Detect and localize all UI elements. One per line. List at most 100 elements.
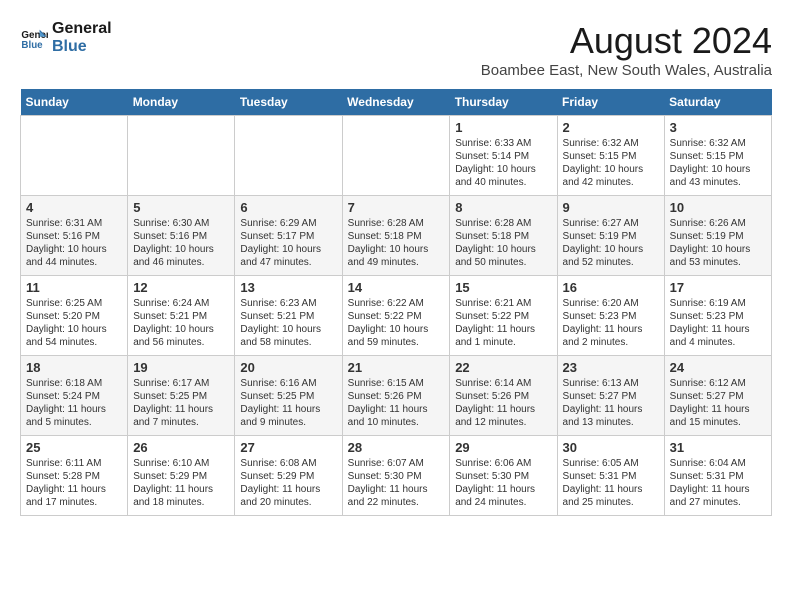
day-number: 11	[26, 280, 122, 295]
calendar-cell: 4Sunrise: 6:31 AMSunset: 5:16 PMDaylight…	[21, 196, 128, 276]
logo: General Blue General Blue	[20, 20, 112, 56]
calendar-cell: 3Sunrise: 6:32 AMSunset: 5:15 PMDaylight…	[664, 116, 771, 196]
calendar-cell: 1Sunrise: 6:33 AMSunset: 5:14 PMDaylight…	[450, 116, 557, 196]
calendar-cell: 7Sunrise: 6:28 AMSunset: 5:18 PMDaylight…	[342, 196, 450, 276]
day-info: and 56 minutes.	[133, 336, 229, 349]
day-number: 10	[670, 200, 766, 215]
main-title: August 2024	[481, 20, 772, 62]
day-number: 15	[455, 280, 551, 295]
day-info: and 7 minutes.	[133, 416, 229, 429]
calendar-cell: 5Sunrise: 6:30 AMSunset: 5:16 PMDaylight…	[128, 196, 235, 276]
day-number: 24	[670, 360, 766, 375]
calendar-cell: 14 Sunrise: 6:22 AMSunset: 5:22 PMDayligh…	[342, 276, 450, 356]
day-info: Daylight: 11 hours	[563, 483, 659, 496]
day-info: Daylight: 11 hours	[455, 483, 551, 496]
day-info: Sunrise: 6:31 AM	[26, 217, 122, 230]
day-info: Sunrise: 6:28 AM	[455, 217, 551, 230]
day-info: Sunset: 5:16 PM	[26, 230, 122, 243]
day-info: Daylight: 11 hours	[455, 323, 551, 336]
day-number: 17	[670, 280, 766, 295]
day-number: 8	[455, 200, 551, 215]
week-row-2: 4Sunrise: 6:31 AMSunset: 5:16 PMDaylight…	[21, 196, 772, 276]
calendar-cell: 21Sunrise: 6:15 AMSunset: 5:26 PMDayligh…	[342, 356, 450, 436]
day-info: Sunset: 5:16 PM	[133, 230, 229, 243]
calendar-cell: 16Sunrise: 6:20 AMSunset: 5:23 PMDayligh…	[557, 276, 664, 356]
day-info: Sunrise: 6:22 AM	[348, 297, 445, 310]
calendar-cell: 8Sunrise: 6:28 AMSunset: 5:18 PMDaylight…	[450, 196, 557, 276]
day-info: Daylight: 11 hours	[670, 483, 766, 496]
day-info: Daylight: 11 hours	[563, 403, 659, 416]
day-info: Sunset: 5:29 PM	[133, 470, 229, 483]
calendar-cell: 10Sunrise: 6:26 AMSunset: 5:19 PMDayligh…	[664, 196, 771, 276]
day-info: Sunset: 5:15 PM	[670, 150, 766, 163]
day-info: Sunrise: 6:07 AM	[348, 457, 445, 470]
day-info: Sunrise: 6:26 AM	[670, 217, 766, 230]
day-info: Sunset: 5:27 PM	[670, 390, 766, 403]
day-info: Daylight: 10 hours	[670, 163, 766, 176]
day-info: Sunrise: 6:16 AM	[240, 377, 336, 390]
day-info: Daylight: 10 hours	[563, 243, 659, 256]
day-info: Daylight: 11 hours	[240, 483, 336, 496]
day-info: Sunset: 5:23 PM	[563, 310, 659, 323]
calendar-cell: 30Sunrise: 6:05 AMSunset: 5:31 PMDayligh…	[557, 436, 664, 516]
day-info: and 12 minutes.	[455, 416, 551, 429]
day-info: and 15 minutes.	[670, 416, 766, 429]
day-info: Sunrise: 6:18 AM	[26, 377, 122, 390]
day-info: Sunset: 5:25 PM	[240, 390, 336, 403]
day-number: 22	[455, 360, 551, 375]
day-info: Sunset: 5:22 PM	[348, 310, 445, 323]
day-info: Daylight: 10 hours	[670, 243, 766, 256]
day-info: and 47 minutes.	[240, 256, 336, 269]
day-number: 31	[670, 440, 766, 455]
title-block: August 2024 Boambee East, New South Wale…	[481, 20, 772, 79]
day-info: Sunset: 5:22 PM	[455, 310, 551, 323]
day-info: Sunrise: 6:21 AM	[455, 297, 551, 310]
day-info: Sunset: 5:30 PM	[348, 470, 445, 483]
day-number: 13	[240, 280, 336, 295]
calendar-cell: 28Sunrise: 6:07 AMSunset: 5:30 PMDayligh…	[342, 436, 450, 516]
calendar-cell: 15 Sunrise: 6:21 AMSunset: 5:22 PMDayligh…	[450, 276, 557, 356]
day-info: Sunrise: 6:29 AM	[240, 217, 336, 230]
header-cell-monday: Monday	[128, 89, 235, 116]
day-info: Sunset: 5:14 PM	[455, 150, 551, 163]
header-cell-wednesday: Wednesday	[342, 89, 450, 116]
header-cell-tuesday: Tuesday	[235, 89, 342, 116]
day-info: Daylight: 11 hours	[26, 403, 122, 416]
calendar-cell: 17Sunrise: 6:19 AMSunset: 5:23 PMDayligh…	[664, 276, 771, 356]
day-info: Sunset: 5:26 PM	[455, 390, 551, 403]
day-info: Sunset: 5:25 PM	[133, 390, 229, 403]
calendar-cell: 22Sunrise: 6:14 AMSunset: 5:26 PMDayligh…	[450, 356, 557, 436]
header-row: SundayMondayTuesdayWednesdayThursdayFrid…	[21, 89, 772, 116]
day-number: 14	[348, 280, 445, 295]
day-info: and 58 minutes.	[240, 336, 336, 349]
day-number: 26	[133, 440, 229, 455]
day-info: Sunrise: 6:20 AM	[563, 297, 659, 310]
day-info: Sunrise: 6:15 AM	[348, 377, 445, 390]
day-info: Sunset: 5:24 PM	[26, 390, 122, 403]
calendar-cell: 12Sunrise: 6:24 AMSunset: 5:21 PMDayligh…	[128, 276, 235, 356]
day-info: Sunrise: 6:23 AM	[240, 297, 336, 310]
day-info: and 46 minutes.	[133, 256, 229, 269]
day-info: Sunrise: 6:32 AM	[670, 137, 766, 150]
day-info: Daylight: 10 hours	[240, 323, 336, 336]
calendar-cell: 29Sunrise: 6:06 AMSunset: 5:30 PMDayligh…	[450, 436, 557, 516]
day-info: Daylight: 10 hours	[348, 323, 445, 336]
day-info: Daylight: 11 hours	[348, 483, 445, 496]
day-info: Sunset: 5:31 PM	[563, 470, 659, 483]
day-info: Sunrise: 6:27 AM	[563, 217, 659, 230]
day-info: Sunset: 5:31 PM	[670, 470, 766, 483]
header-cell-sunday: Sunday	[21, 89, 128, 116]
day-info: Sunrise: 6:30 AM	[133, 217, 229, 230]
logo-icon: General Blue	[20, 24, 48, 52]
day-info: Sunset: 5:21 PM	[133, 310, 229, 323]
day-number: 30	[563, 440, 659, 455]
day-info: Daylight: 10 hours	[563, 163, 659, 176]
day-info: Daylight: 10 hours	[455, 243, 551, 256]
day-info: and 20 minutes.	[240, 496, 336, 509]
day-info: Sunrise: 6:06 AM	[455, 457, 551, 470]
calendar-cell	[21, 116, 128, 196]
calendar-cell	[235, 116, 342, 196]
day-info: and 22 minutes.	[348, 496, 445, 509]
day-info: and 2 minutes.	[563, 336, 659, 349]
svg-text:Blue: Blue	[21, 40, 43, 51]
